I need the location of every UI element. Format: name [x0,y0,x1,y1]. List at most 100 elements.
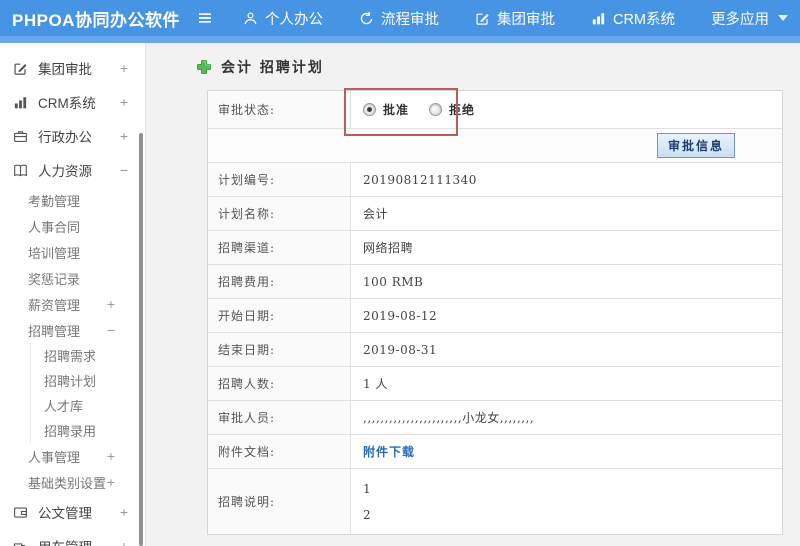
sidebar-item-label: 用车管理 [38,536,92,546]
approval-status-row: 审批状态: 批准 拒绝 [208,91,782,128]
sidebar-item[interactable]: 薪资管理 + [0,291,145,317]
radio-icon[interactable] [429,103,443,116]
sidebar-item-label: 公文管理 [38,506,92,521]
sidebar-item[interactable]: 招聘管理 − [0,317,145,343]
expander-toggle[interactable]: + [107,448,115,464]
sidebar-menu: 集团审批 + CRM系统 + 行政办公 + 人力资源 − 考勤管理 人事合同 培… [0,51,145,546]
topbar-nav-item[interactable]: 更多应用 [711,8,788,29]
sidebar-item-label: 考勤管理 [28,193,81,209]
topbar-nav-item[interactable]: 个人办公 [243,8,323,29]
sidebar-item-label: 人事合同 [28,219,81,235]
book-icon [13,163,29,178]
user-icon [243,11,258,26]
expander-toggle[interactable]: − [120,162,128,178]
sidebar-item[interactable]: 奖惩记录 [0,265,145,291]
topbar-nav-item[interactable]: CRM系统 [591,8,675,29]
approval-info-button[interactable]: 审批信息 [656,133,735,158]
field-value: 1 2 [363,481,372,522]
menu-icon[interactable] [197,10,213,26]
table-row: 招聘说明: 1 2 [208,468,782,534]
table-row: 招聘费用: 100 RMB [208,264,782,298]
sidebar-item[interactable]: 招聘录用 [30,418,145,443]
nav-label: 流程审批 [380,11,439,28]
sidebar-item-label: 招聘计划 [44,374,97,389]
field-label: 招聘说明: [208,469,351,534]
expander-toggle[interactable]: + [120,504,128,520]
topbar-nav-item[interactable]: 集团审批 [475,8,555,29]
field-label: 审批人员: [208,401,351,434]
main-content: 会计 招聘计划 审批状态: 批准 拒绝 审批信息 计划编号: 201908121… [146,43,800,546]
expander-toggle[interactable]: − [107,322,115,338]
sidebar-item[interactable]: CRM系统 + [0,85,145,119]
field-label: 附件文档: [208,435,351,468]
edit-icon [13,61,29,76]
sidebar-item-label: 基础类别设置 [28,475,107,491]
approval-radio-group: 批准 拒绝 [351,91,782,128]
sidebar-item[interactable]: 人才库 [30,393,145,418]
expander-toggle[interactable]: + [120,128,128,144]
sidebar-item[interactable]: 基础类别设置 + [0,469,145,495]
sidebar-item-label: 奖惩记录 [28,271,81,287]
nav-label: 个人办公 [264,11,323,28]
field-value: 1 人 [363,377,388,391]
car-icon [13,539,29,546]
table-row: 结束日期: 2019-08-31 [208,332,782,366]
expander-toggle[interactable]: + [120,538,128,546]
sidebar-item[interactable]: 培训管理 [0,239,145,265]
sidebar-item-label: 招聘需求 [44,349,97,364]
radio-option[interactable]: 拒绝 [429,101,475,118]
expander-toggle[interactable]: + [120,94,128,110]
sidebar-item[interactable]: 人事合同 [0,213,145,239]
table-row: 招聘渠道: 网络招聘 [208,230,782,264]
expander-toggle[interactable]: + [107,296,115,312]
nav-label: CRM系统 [612,11,675,28]
table-row: 审批人员: ,,,,,,,,,,,,,,,,,,,,,,,小龙女,,,,,,,, [208,400,782,434]
chart-icon [591,11,606,26]
sidebar-item[interactable]: 公文管理 + [0,495,145,529]
field-value: 会计 [363,207,389,221]
sidebar-item[interactable]: 人事管理 + [0,443,145,469]
topbar-nav-item[interactable]: 流程审批 [359,8,439,29]
table-row: 计划名称: 会计 [208,196,782,230]
sidebar-item-label: 行政办公 [38,130,92,145]
field-value: ,,,,,,,,,,,,,,,,,,,,,,,小龙女,,,,,,,, [363,411,535,425]
detail-table: 审批状态: 批准 拒绝 审批信息 计划编号: 20190812111340 计划… [207,88,783,535]
sidebar-item[interactable]: 行政办公 + [0,119,145,153]
sidebar-item-label: 招聘管理 [28,323,81,339]
edit-icon [475,11,490,26]
sidebar-item-label: 人才库 [44,399,84,414]
field-value: 100 RMB [363,274,424,289]
sidebar-item[interactable]: 人力资源 − [0,153,145,187]
topbar-nav: 个人办公 流程审批 集团审批 CRM系统 更多应用 [243,8,788,29]
field-label: 招聘人数: [208,367,351,400]
radio-icon[interactable] [363,103,376,116]
field-value: 2019-08-12 [363,308,438,323]
field-value: 附件下载 [351,435,782,468]
sidebar-scrollbar[interactable] [139,133,143,546]
sidebar-item[interactable]: 考勤管理 [0,187,145,213]
detail-rows: 计划编号: 20190812111340 计划名称: 会计 招聘渠道: 网络招聘… [208,162,782,534]
expander-toggle[interactable]: + [107,474,115,490]
app-logo: PHPOA协同办公软件 [12,10,180,30]
field-label: 招聘费用: [208,265,351,298]
approval-action-row: 审批信息 [208,128,782,162]
topbar: PHPOA协同办公软件 个人办公 流程审批 集团审批 CRM系统 更多应用 [0,0,800,36]
radio-option[interactable]: 批准 [363,101,409,118]
sidebar-item[interactable]: 集团审批 + [0,51,145,85]
table-row: 计划编号: 20190812111340 [208,162,782,196]
sidebar-item[interactable]: 招聘计划 [30,368,145,393]
sidebar-item[interactable]: 招聘需求 [30,343,145,368]
field-value: 20190812111340 [363,172,477,187]
field-value: 2019-08-31 [363,342,438,357]
page-title: 会计 招聘计划 [196,57,800,77]
attachment-download-link[interactable]: 附件下载 [363,443,415,460]
caret-down-icon [778,15,788,21]
nav-label: 更多应用 [711,11,769,28]
expander-toggle[interactable]: + [120,60,128,76]
page-title-text: 会计 招聘计划 [221,60,324,76]
sidebar-item-label: 人力资源 [38,164,92,179]
sidebar-item[interactable]: 用车管理 + [0,529,145,546]
sidebar-item-label: 集团审批 [38,62,92,77]
briefcase-icon [13,129,29,144]
field-label: 审批状态: [208,91,351,128]
